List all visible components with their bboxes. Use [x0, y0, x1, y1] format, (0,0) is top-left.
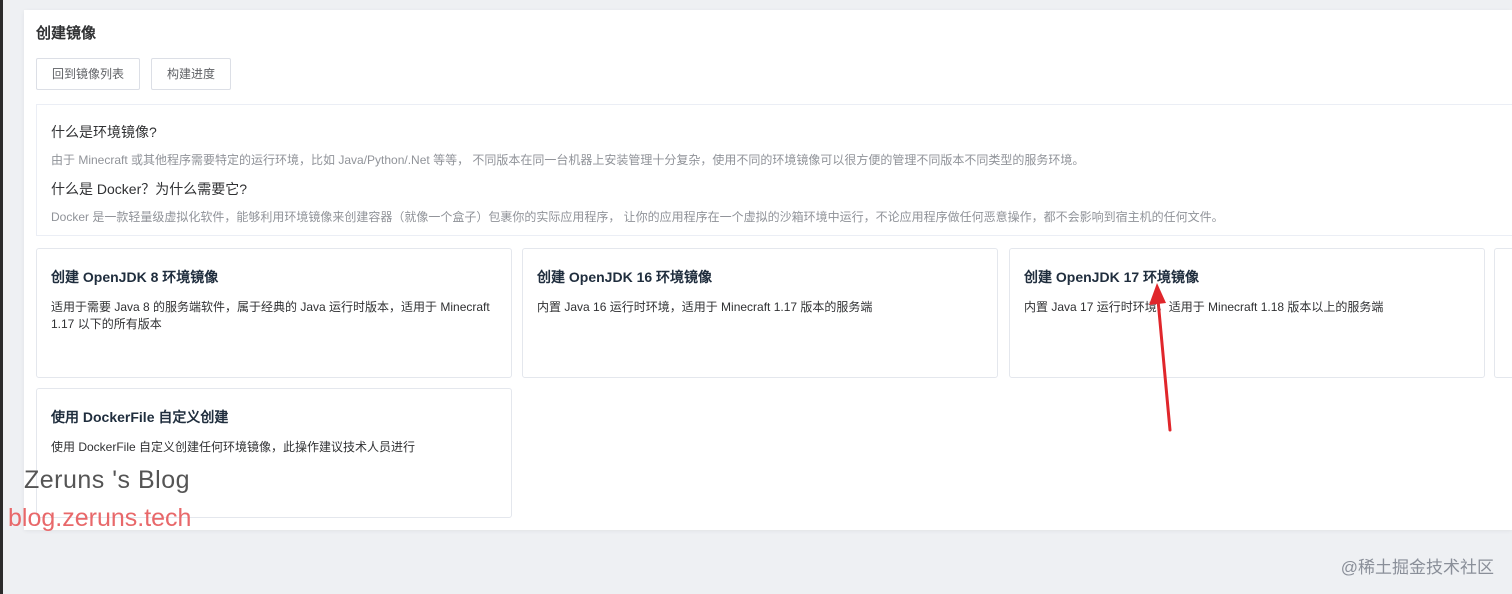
annotation-arrow: [1149, 283, 1172, 432]
juejin-watermark: @稀土掘金技术社区: [1340, 558, 1494, 577]
blog-name-watermark: Zeruns 's Blog: [24, 466, 191, 494]
blog-url-watermark: blog.zeruns.tech: [8, 504, 192, 532]
